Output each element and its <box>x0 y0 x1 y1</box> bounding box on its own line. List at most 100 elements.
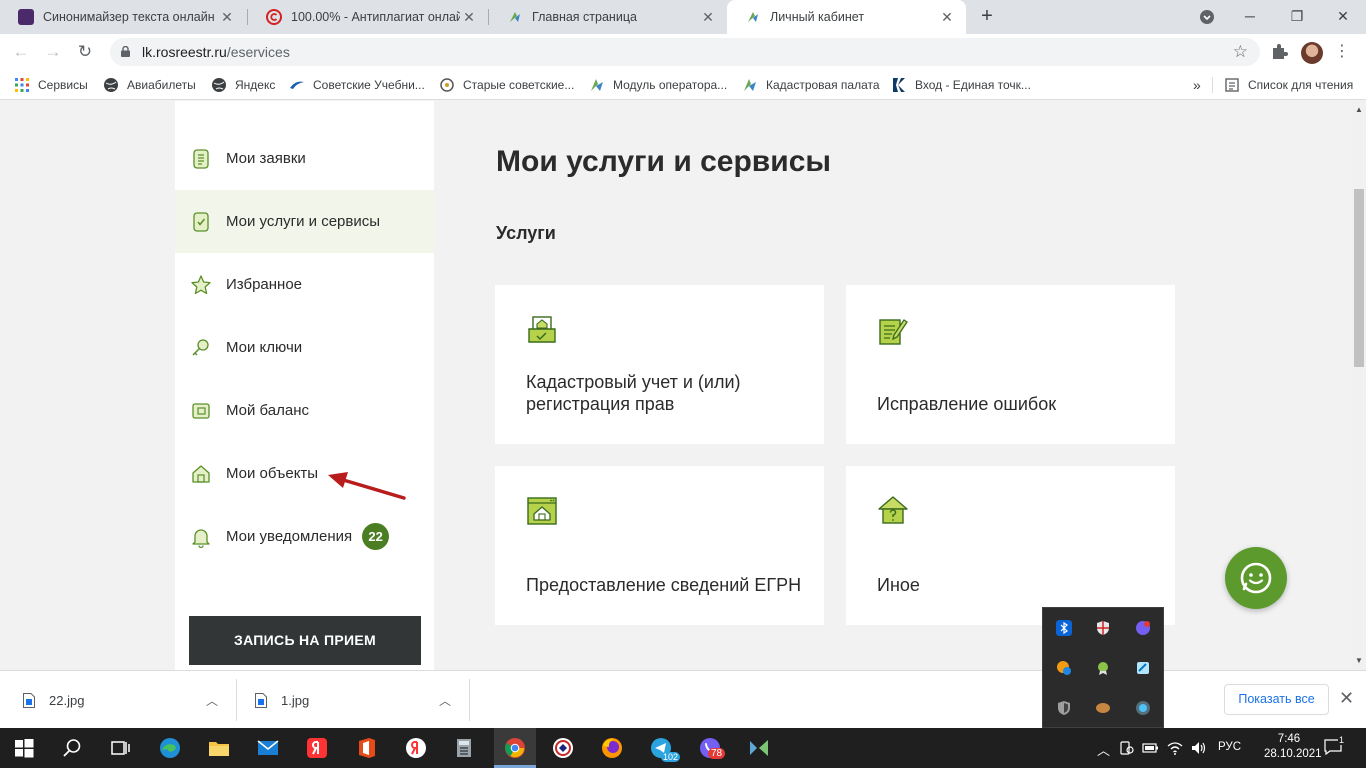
task-view-icon[interactable] <box>108 736 132 760</box>
scroll-up-icon[interactable]: ▲ <box>1352 103 1366 117</box>
certificate-icon[interactable] <box>1095 660 1111 676</box>
chrome-icon[interactable] <box>503 736 527 760</box>
scroll-down-icon[interactable]: ▼ <box>1352 654 1366 668</box>
sidebar-item-label: Мои услуги и сервисы <box>226 213 381 230</box>
device-icon[interactable] <box>1118 740 1134 756</box>
bookmark-avia[interactable]: Авиабилеты <box>103 76 196 94</box>
yandex-browser-icon[interactable] <box>404 736 428 760</box>
download-item[interactable]: 22.jpg ︿ <box>23 671 223 729</box>
volume-icon[interactable] <box>1190 740 1208 756</box>
sidebar-item-my-balance[interactable]: Мой баланс <box>175 379 434 442</box>
bookmark-yandex[interactable]: Яндекс <box>211 76 275 94</box>
rosreestr-app-icon[interactable] <box>747 736 771 760</box>
scroll-thumb[interactable] <box>1354 189 1364 367</box>
tab-personal-account[interactable]: Личный кабинет ✕ <box>727 0 966 34</box>
k-logo-icon <box>893 78 905 92</box>
tab-title: Синонимайзер текста онлайн с <box>43 10 218 24</box>
close-icon[interactable]: ✕ <box>460 9 478 26</box>
window-close-button[interactable]: ✕ <box>1320 0 1366 34</box>
browser-toolbar: ← → ↻ lk.rosreestr.ru/eservices ☆ ⋮ <box>0 34 1366 70</box>
card-label: Кадастровый учет и (или) регистрация пра… <box>526 372 741 414</box>
app-tray-icon[interactable] <box>1095 700 1111 716</box>
minimize-button[interactable]: ─ <box>1227 0 1273 34</box>
chevron-up-icon[interactable]: ︿ <box>206 692 218 709</box>
battery-icon[interactable] <box>1142 740 1160 756</box>
address-bar[interactable]: lk.rosreestr.ru/eservices ☆ <box>110 38 1260 66</box>
viber-tray-icon[interactable] <box>1135 620 1151 636</box>
url-path: /eservices <box>226 44 290 60</box>
rosreestr-logo-icon <box>591 79 603 91</box>
windows-start-icon[interactable] <box>12 736 36 760</box>
bookmarks-divider <box>1212 77 1213 93</box>
appointment-button[interactable]: ЗАПИСЬ НА ПРИЕМ <box>189 616 421 665</box>
sidebar-item-my-applications[interactable]: Мои заявки <box>175 127 434 190</box>
browser-menu-icon[interactable]: ⋮ <box>1334 40 1350 64</box>
bookmark-apps[interactable]: Сервисы <box>14 76 88 94</box>
service-card-egrn-info[interactable]: Предоставление сведений ЕГРН <box>495 466 824 625</box>
language-indicator[interactable]: РУС <box>1218 741 1241 753</box>
bookmark-gosuslugi-login[interactable]: Вход - Единая точк... <box>891 76 1031 94</box>
bookmark-soviet-textbooks[interactable]: Советские Учебни... <box>289 76 425 94</box>
firefox-icon[interactable] <box>600 736 624 760</box>
download-filename: 1.jpg <box>281 692 310 708</box>
back-button[interactable]: ← <box>10 41 32 63</box>
service-card-other[interactable]: Иное <box>846 466 1175 625</box>
monitor-tray-icon[interactable] <box>1135 700 1151 716</box>
clock[interactable]: 7:46 28.10.2021 <box>1264 732 1322 762</box>
show-all-downloads-button[interactable]: Показать все <box>1224 684 1329 715</box>
sidebar-item-my-notifications[interactable]: Мои уведомления 22 <box>175 505 434 568</box>
reading-list-button[interactable]: Список для чтения <box>1224 76 1353 94</box>
sidebar-item-favorites[interactable]: Избранное <box>175 253 434 316</box>
sync-cloud-icon[interactable] <box>1135 660 1151 676</box>
forward-button[interactable]: → <box>42 41 64 63</box>
registry-window-icon <box>527 497 557 525</box>
reload-button[interactable]: ↻ <box>74 41 96 63</box>
sidebar-item-my-services[interactable]: Мои услуги и сервисы <box>175 190 434 253</box>
new-tab-button[interactable]: + <box>976 6 998 28</box>
sidebar-item-my-keys[interactable]: Мои ключи <box>175 316 434 379</box>
bookmark-label: Вход - Единая точк... <box>915 78 1031 92</box>
defender-shield-icon[interactable] <box>1056 700 1072 716</box>
close-icon[interactable]: ✕ <box>938 9 956 26</box>
service-card-error-correction[interactable]: Исправление ошибок <box>846 285 1175 444</box>
edge-browser-icon[interactable] <box>158 736 182 760</box>
tab-antiplagiat[interactable]: 100.00% - Антиплагиат онлайн, ✕ <box>248 0 488 34</box>
service-card-cadastral[interactable]: Кадастровый учет и (или) регистрация пра… <box>495 285 824 444</box>
close-shelf-icon[interactable]: ✕ <box>1339 688 1354 709</box>
page-viewport: Мои заявки Мои услуги и сервисы Избранно… <box>0 101 1352 670</box>
tab-synonymizer[interactable]: Синонимайзер текста онлайн с ✕ <box>0 0 246 34</box>
restore-button[interactable]: ❐ <box>1274 0 1320 34</box>
yandex-icon[interactable] <box>305 736 329 760</box>
chat-button[interactable] <box>1225 547 1287 609</box>
bookmark-old-soviet[interactable]: Старые советские... <box>439 76 574 94</box>
download-item[interactable]: 1.jpg ︿ <box>255 671 455 729</box>
anydesk-icon[interactable] <box>551 736 575 760</box>
bluetooth-icon[interactable] <box>1056 620 1072 636</box>
page-title: Мои услуги и сервисы <box>496 145 831 178</box>
tab-title: 100.00% - Антиплагиат онлайн, <box>291 10 460 24</box>
chevron-up-icon[interactable]: ︿ <box>439 692 451 709</box>
hidden-tray-icons-popup <box>1042 607 1164 728</box>
tray-overflow-chevron-icon[interactable]: ︿ <box>1097 740 1110 759</box>
office-icon[interactable] <box>355 736 379 760</box>
bookmark-star-icon[interactable]: ☆ <box>1233 38 1248 66</box>
close-icon[interactable]: ✕ <box>218 9 236 26</box>
bookmarks-overflow-button[interactable]: » <box>1193 76 1201 94</box>
search-icon[interactable] <box>60 736 84 760</box>
download-divider <box>469 679 470 721</box>
bookmark-operator-module[interactable]: Модуль оператора... <box>589 76 727 94</box>
file-explorer-icon[interactable] <box>207 736 231 760</box>
wifi-icon[interactable] <box>1166 740 1184 756</box>
security-shield-icon[interactable] <box>1095 620 1111 636</box>
calculator-app-icon[interactable] <box>453 736 477 760</box>
profile-avatar[interactable] <box>1301 42 1323 64</box>
extensions-puzzle-icon[interactable] <box>1270 43 1288 61</box>
close-icon[interactable]: ✕ <box>699 9 717 26</box>
sidebar-menu: Мои заявки Мои услуги и сервисы Избранно… <box>175 101 434 670</box>
network-globe-icon[interactable] <box>1056 660 1072 676</box>
tab-main-page[interactable]: Главная страница ✕ <box>489 0 727 34</box>
bookmark-cadastral-chamber[interactable]: Кадастровая палата <box>742 76 880 94</box>
mail-icon[interactable] <box>256 736 280 760</box>
tab-search-button[interactable] <box>1184 0 1230 34</box>
page-scrollbar[interactable]: ▲ ▼ <box>1352 101 1366 670</box>
